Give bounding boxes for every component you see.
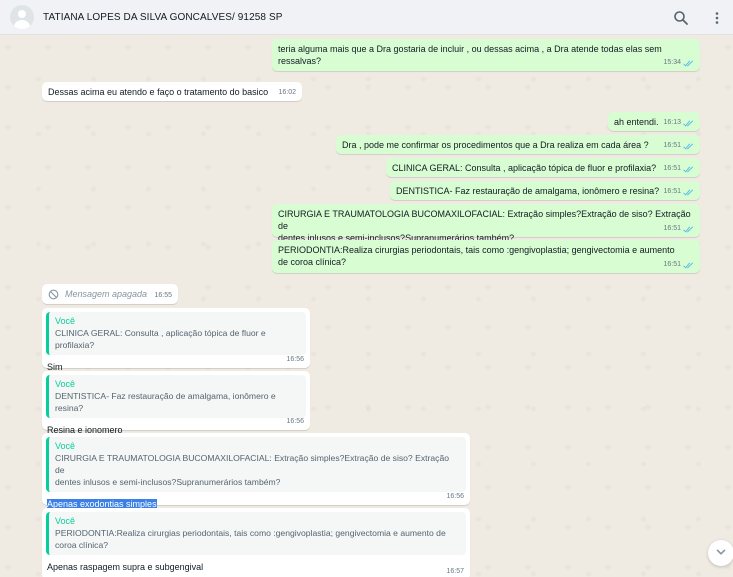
message-text: ah entendi. — [614, 117, 659, 127]
search-icon[interactable] — [673, 10, 689, 26]
message-time: 16:51 — [663, 261, 681, 268]
message-reply[interactable]: Você DENTISTICA- Faz restauração de amal… — [42, 371, 310, 435]
message-time: 16:55 — [154, 292, 172, 299]
message-outgoing[interactable]: Dra , pode me confirmar os procedimentos… — [336, 135, 700, 154]
message-reply[interactable]: Você PERIODONTIA:Realiza cirurgias perio… — [42, 508, 470, 577]
message-text: Dra , pode me confirmar os procedimentos… — [342, 140, 649, 150]
message-outgoing[interactable]: CIRURGIA E TRAUMATOLOGIA BUCOMAXILOFACIA… — [272, 204, 700, 243]
read-ticks-icon — [683, 142, 694, 150]
read-ticks-icon — [683, 261, 694, 269]
message-text: Dessas acima eu atendo e faço o tratamen… — [48, 87, 269, 97]
quoted-message[interactable]: Você DENTISTICA- Faz restauração de amal… — [46, 375, 306, 418]
read-ticks-icon — [683, 119, 694, 127]
quote-text: CLINICA GERAL: Consulta , aplicação tópi… — [55, 328, 266, 350]
quote-author: Você — [55, 379, 76, 389]
message-time: 15:34 — [663, 59, 681, 66]
message-meta: 16:51 — [663, 163, 694, 175]
blocked-icon — [48, 289, 59, 300]
message-outgoing[interactable]: teria alguma mais que a Dra gostaria de … — [272, 39, 700, 71]
quoted-message[interactable]: Você CLINICA GERAL: Consulta , aplicação… — [46, 312, 306, 355]
message-meta: 16:02 — [278, 87, 296, 99]
message-text: DENTISTICA- Faz restauração de amalgama,… — [396, 186, 660, 196]
quoted-message[interactable]: Você CIRURGIA E TRAUMATOLOGIA BUCOMAXILO… — [46, 437, 466, 492]
message-outgoing[interactable]: ah entendi. 16:13 — [608, 112, 700, 131]
quote-text: DENTISTICA- Faz restauração de amalgama,… — [55, 391, 276, 413]
message-time: 16:57 — [446, 568, 464, 575]
message-outgoing[interactable]: DENTISTICA- Faz restauração de amalgama,… — [390, 181, 700, 200]
quoted-message[interactable]: Você PERIODONTIA:Realiza cirurgias perio… — [46, 512, 466, 555]
message-text: Mensagem apagada — [65, 289, 148, 299]
read-ticks-icon — [683, 225, 694, 233]
message-time: 16:56 — [286, 356, 304, 363]
message-reply[interactable]: Você CLINICA GERAL: Consulta , aplicação… — [42, 308, 310, 372]
message-text: CIRURGIA E TRAUMATOLOGIA BUCOMAXILOFACIA… — [278, 209, 691, 243]
message-time: 16:51 — [663, 225, 681, 232]
quote-text: PERIODONTIA:Realiza cirurgias periodonta… — [55, 528, 446, 550]
message-meta: 16:57 — [446, 566, 464, 577]
contact-avatar[interactable] — [10, 5, 34, 29]
message-meta: 16:51 — [663, 259, 694, 271]
message-meta: 16:51 — [663, 186, 694, 198]
message-time: 16:56 — [286, 418, 304, 425]
quote-author: Você — [55, 316, 76, 326]
message-outgoing[interactable]: PERIODONTIA:Realiza cirurgias periodonta… — [272, 240, 700, 273]
read-ticks-icon — [683, 188, 694, 196]
header-actions — [673, 0, 725, 35]
more-vertical-icon[interactable] — [709, 10, 725, 26]
message-time: 16:56 — [446, 493, 464, 500]
message-meta: 16:56 — [446, 491, 464, 503]
quote-author: Você — [55, 516, 76, 526]
chat-header: TATIANA LOPES DA SILVA GONCALVES/ 91258 … — [0, 0, 733, 35]
message-outgoing[interactable]: CLINICA GERAL: Consulta , aplicação tópi… — [386, 158, 700, 177]
message-time: 16:51 — [663, 188, 681, 195]
read-ticks-icon — [683, 165, 694, 173]
scroll-to-bottom-button[interactable] — [708, 540, 733, 566]
message-text: PERIODONTIA:Realiza cirurgias periodonta… — [278, 245, 675, 267]
message-meta: 16:56 — [286, 416, 304, 428]
quote-author: Você — [55, 441, 76, 451]
message-text: CLINICA GERAL: Consulta , aplicação tópi… — [392, 163, 657, 173]
message-text: Apenas raspagem supra e subgengival — [47, 562, 204, 572]
message-meta: 16:51 — [663, 223, 694, 235]
message-time: 16:51 — [663, 165, 681, 172]
message-incoming[interactable]: Dessas acima eu atendo e faço o tratamen… — [42, 82, 302, 101]
message-meta: 16:13 — [663, 117, 694, 129]
message-deleted[interactable]: Mensagem apagada 16:55 — [42, 284, 178, 304]
read-ticks-icon — [683, 59, 694, 67]
deleted-message: Mensagem apagada — [48, 288, 172, 300]
message-text: teria alguma mais que a Dra gostaria de … — [278, 44, 662, 66]
message-time: 16:51 — [663, 142, 681, 149]
chat-panel[interactable]: teria alguma mais que a Dra gostaria de … — [0, 35, 733, 577]
message-meta: 15:34 — [663, 57, 694, 69]
message-reply[interactable]: Você CIRURGIA E TRAUMATOLOGIA BUCOMAXILO… — [42, 433, 470, 509]
message-meta: 16:56 — [286, 354, 304, 366]
message-meta: 16:55 — [154, 290, 172, 302]
chevron-down-icon — [715, 546, 727, 560]
message-meta: 16:51 — [663, 140, 694, 152]
contact-name[interactable]: TATIANA LOPES DA SILVA GONCALVES/ 91258 … — [43, 12, 283, 23]
quote-text: CIRURGIA E TRAUMATOLOGIA BUCOMAXILOFACIA… — [55, 453, 450, 487]
message-time: 16:02 — [278, 89, 296, 96]
message-time: 16:13 — [663, 119, 681, 126]
